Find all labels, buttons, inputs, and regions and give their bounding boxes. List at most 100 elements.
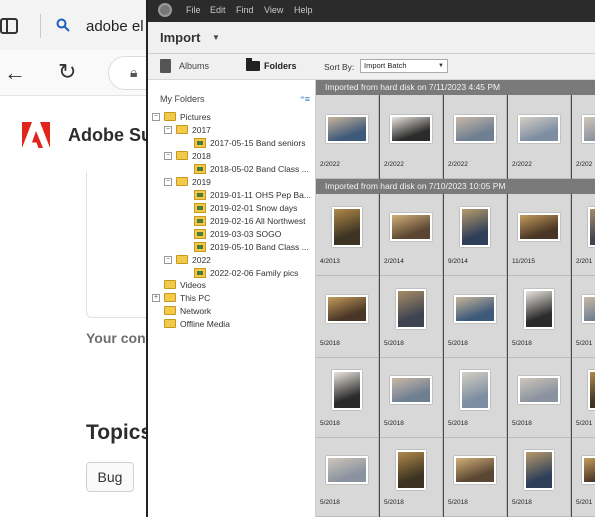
folder-tree-item[interactable]: 2019-02-16 All Northwest [148, 216, 316, 229]
collapse-icon[interactable]: − [164, 126, 172, 134]
albums-icon[interactable] [160, 59, 171, 73]
collapse-icon[interactable]: − [152, 113, 160, 121]
photo-thumbnail[interactable] [454, 115, 496, 143]
media-thumbnail-cell[interactable]: 2/2022 [508, 95, 571, 179]
thumbnail-date: 2/2014 [384, 258, 404, 265]
lock-icon[interactable]: 🔒︎ [130, 64, 137, 81]
photo-thumbnail[interactable] [396, 449, 426, 490]
media-thumbnail-cell[interactable]: 5/201 [572, 358, 595, 438]
browser-tab-title[interactable]: adobe el [86, 18, 144, 35]
photo-thumbnail[interactable] [582, 295, 595, 323]
panel-menu-icon[interactable]: ⁼≡ [300, 94, 310, 105]
media-thumbnail-cell[interactable]: 2/202 [572, 95, 595, 179]
media-thumbnail-cell[interactable]: 5/201 [572, 276, 595, 358]
photo-thumbnail[interactable] [518, 376, 560, 404]
photo-thumbnail[interactable] [518, 213, 560, 241]
folder-tree-item[interactable]: Offline Media [148, 319, 316, 332]
folder-tree-item[interactable]: Network [148, 306, 316, 319]
menu-file[interactable]: File [186, 5, 201, 15]
folder-tree-item[interactable]: − 2017 [148, 125, 316, 138]
photo-thumbnail[interactable] [524, 289, 554, 329]
photo-thumbnail[interactable] [454, 295, 496, 323]
folder-tree-item[interactable]: 2019-02-01 Snow days [148, 203, 316, 216]
media-thumbnail-cell[interactable]: 5/2018 [316, 438, 379, 517]
tab-actions-icon[interactable] [0, 18, 18, 34]
menu-edit[interactable]: Edit [210, 5, 226, 15]
media-thumbnail-cell[interactable]: 5/2018 [508, 276, 571, 358]
media-thumbnail-cell[interactable]: 11/2015 [508, 194, 571, 276]
photo-thumbnail[interactable] [326, 455, 368, 484]
photo-thumbnail[interactable] [582, 455, 595, 484]
media-thumbnail-cell[interactable]: 2/201 [572, 194, 595, 276]
photo-thumbnail[interactable] [390, 213, 432, 241]
media-thumbnail-cell[interactable]: 2/2014 [380, 194, 443, 276]
photo-thumbnail[interactable] [326, 295, 368, 323]
adobe-logo-icon[interactable] [22, 122, 50, 148]
photo-thumbnail[interactable] [588, 370, 595, 410]
media-thumbnail-cell[interactable]: 5/2018 [380, 438, 443, 517]
photo-thumbnail[interactable] [332, 207, 362, 247]
collapse-icon[interactable]: − [164, 256, 172, 264]
folder-tree-item[interactable]: 2019-01-11 OHS Pep Ba... [148, 190, 316, 203]
thumbnail-date: 2/2022 [320, 161, 340, 168]
import-dropdown[interactable]: Import [160, 30, 200, 45]
folder-tree-item[interactable]: Videos [148, 280, 316, 293]
folders-icon[interactable] [246, 58, 260, 71]
photo-thumbnail[interactable] [390, 376, 432, 404]
media-thumbnail-cell[interactable]: 5/2018 [380, 358, 443, 438]
media-thumbnail-cell[interactable]: 9/2014 [444, 194, 507, 276]
menu-view[interactable]: View [264, 5, 283, 15]
browser-window: adobe el ← ↻ 🔒︎ Adobe Su Your cont Topic… [0, 0, 168, 517]
media-thumbnail-cell[interactable]: 5/2018 [444, 358, 507, 438]
media-thumbnail-cell[interactable]: 5/201 [572, 438, 595, 517]
folder-tree-item[interactable]: + This PC [148, 293, 316, 306]
media-thumbnail-cell[interactable]: 5/2018 [508, 358, 571, 438]
media-thumbnail-cell[interactable]: 4/2013 [316, 194, 379, 276]
photo-thumbnail[interactable] [332, 370, 362, 410]
media-thumbnail-cell[interactable]: 2/2022 [316, 95, 379, 179]
import-bar: Import ▼ [148, 22, 595, 54]
photo-thumbnail[interactable] [390, 115, 432, 143]
folder-tree-item[interactable]: − Pictures [148, 112, 316, 125]
folder-tree-item[interactable]: − 2022 [148, 255, 316, 268]
media-thumbnail-cell[interactable]: 5/2018 [508, 438, 571, 517]
site-brand-title[interactable]: Adobe Su [68, 125, 152, 146]
topic-chip-bug[interactable]: Bug [86, 462, 134, 492]
media-thumbnail-cell[interactable]: 5/2018 [380, 276, 443, 358]
photo-thumbnail[interactable] [588, 207, 595, 247]
photo-thumbnail[interactable] [454, 455, 496, 484]
photo-folder-icon [194, 138, 206, 148]
folder-tree-item[interactable]: 2019-03-03 SOGO [148, 229, 316, 242]
folder-tree-item[interactable]: − 2018 [148, 151, 316, 164]
media-thumbnail-cell[interactable]: 5/2018 [444, 438, 507, 517]
tab-folders[interactable]: Folders [264, 61, 297, 71]
photo-thumbnail[interactable] [460, 207, 490, 247]
photo-thumbnail[interactable] [460, 370, 490, 410]
collapse-icon[interactable]: − [164, 152, 172, 160]
photo-thumbnail[interactable] [396, 289, 426, 329]
media-thumbnail-cell[interactable]: 2/2022 [444, 95, 507, 179]
tab-albums[interactable]: Albums [179, 61, 209, 71]
chevron-down-icon[interactable]: ▼ [212, 33, 220, 42]
back-icon[interactable]: ← [4, 60, 26, 86]
media-thumbnail-cell[interactable]: 5/2018 [444, 276, 507, 358]
media-thumbnail-cell[interactable]: 5/2018 [316, 276, 379, 358]
photo-thumbnail[interactable] [524, 449, 554, 490]
menu-help[interactable]: Help [294, 5, 313, 15]
menu-find[interactable]: Find [236, 5, 254, 15]
photo-thumbnail[interactable] [582, 115, 595, 143]
photo-thumbnail[interactable] [326, 115, 368, 143]
sort-select[interactable]: Import Batch ▼ [360, 59, 448, 73]
import-batch-header[interactable]: Imported from hard disk on 7/11/2023 4:4… [316, 80, 595, 95]
reload-icon[interactable]: ↻ [58, 59, 76, 85]
folder-tree-item[interactable]: − 2019 [148, 177, 316, 190]
photo-thumbnail[interactable] [518, 115, 560, 143]
folder-tree-item[interactable]: 2019-05-10 Band Class ... [148, 242, 316, 255]
folder-tree-item[interactable]: 2017-05-15 Band seniors [148, 138, 316, 151]
collapse-icon[interactable]: − [164, 178, 172, 186]
expand-icon[interactable]: + [152, 294, 160, 302]
media-thumbnail-cell[interactable]: 5/2018 [316, 358, 379, 438]
import-batch-header[interactable]: Imported from hard disk on 7/10/2023 10:… [316, 179, 595, 194]
media-thumbnail-cell[interactable]: 2/2022 [380, 95, 443, 179]
folder-tree-item[interactable]: 2018-05-02 Band Class ... [148, 164, 316, 177]
